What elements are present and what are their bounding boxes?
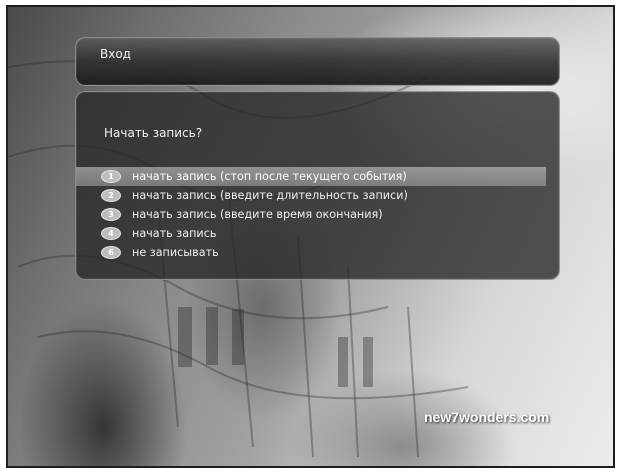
option-enter-duration[interactable]: 2 начать запись (введите длительность за…	[76, 186, 546, 205]
dialog-question: Начать запись?	[104, 126, 203, 140]
watermark: new7wonders.com	[424, 409, 550, 425]
option-list: 1 начать запись (стоп после текущего соб…	[76, 167, 561, 262]
number-1-icon: 1	[101, 170, 121, 183]
option-label: не записывать	[132, 246, 219, 259]
title-bar: Вход	[75, 37, 560, 86]
number-4-icon: 4	[101, 227, 121, 240]
number-2-icon: 2	[101, 189, 121, 202]
option-label: начать запись (введите длительность запи…	[132, 189, 408, 202]
option-do-not-record[interactable]: 6 не записывать	[76, 243, 546, 262]
option-enter-end-time[interactable]: 3 начать запись (введите время окончания…	[76, 205, 546, 224]
option-label: начать запись (введите время окончания)	[132, 208, 383, 221]
option-label: начать запись	[132, 227, 217, 240]
option-start-recording[interactable]: 4 начать запись	[76, 224, 546, 243]
number-3-icon: 3	[101, 208, 121, 221]
title-text: Вход	[100, 47, 131, 61]
record-dialog: Начать запись? 1 начать запись (стоп пос…	[75, 91, 560, 280]
option-label: начать запись (стоп после текущего событ…	[132, 170, 407, 183]
option-stop-after-event[interactable]: 1 начать запись (стоп после текущего соб…	[76, 167, 546, 186]
number-6-icon: 6	[101, 246, 121, 259]
tv-screen: Вход Начать запись? 1 начать запись (сто…	[6, 5, 615, 468]
